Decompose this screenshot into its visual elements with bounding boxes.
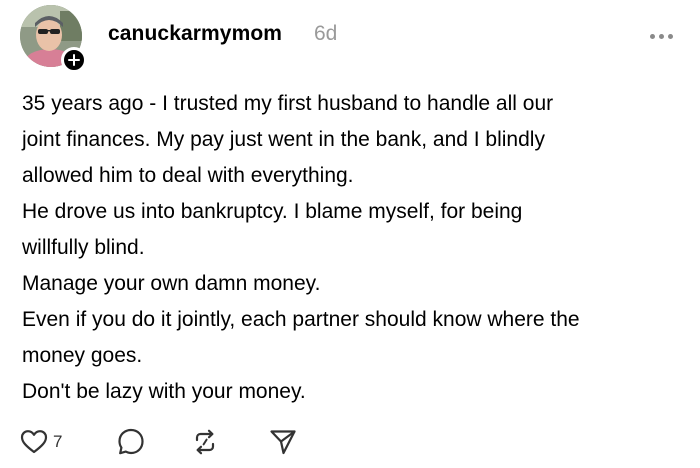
share-button[interactable] xyxy=(268,424,298,460)
post-timestamp[interactable]: 6d xyxy=(314,22,337,46)
thread-post: canuckarmymom 6d 35 years ago - I truste… xyxy=(0,0,700,468)
plus-icon xyxy=(68,54,80,66)
heart-icon xyxy=(20,430,48,454)
post-actions: 7 xyxy=(20,424,340,460)
post-text-line: Even if you do it jointly, each partner … xyxy=(22,308,580,331)
repost-icon xyxy=(195,429,215,455)
send-icon xyxy=(270,430,296,455)
post-text-line: He drove us into bankruptcy. I blame mys… xyxy=(22,200,523,223)
post-text-line: Manage your own damn money. xyxy=(22,272,321,295)
post-text-line: joint finances. My pay just went in the … xyxy=(22,128,545,151)
reply-button[interactable] xyxy=(116,424,146,460)
post-text-line: money goes. xyxy=(22,344,143,367)
author-username[interactable]: canuckarmymom xyxy=(108,22,282,46)
more-options-button[interactable] xyxy=(646,26,676,46)
post-text-line: allowed him to deal with everything. xyxy=(22,164,354,187)
post-text-line: willfully blind. xyxy=(22,236,145,259)
more-horizontal-icon xyxy=(649,33,655,39)
repost-button[interactable] xyxy=(190,424,220,460)
like-count: 7 xyxy=(53,432,63,451)
comment-icon xyxy=(118,428,144,455)
post-text-line: Don't be lazy with your money. xyxy=(22,380,306,403)
like-button[interactable]: 7 xyxy=(20,424,62,460)
author-avatar-group[interactable] xyxy=(20,5,88,73)
post-body: 35 years ago - I trusted my first husban… xyxy=(22,86,694,410)
post-text-line: 35 years ago - I trusted my first husban… xyxy=(22,92,554,115)
follow-button[interactable] xyxy=(61,47,87,73)
